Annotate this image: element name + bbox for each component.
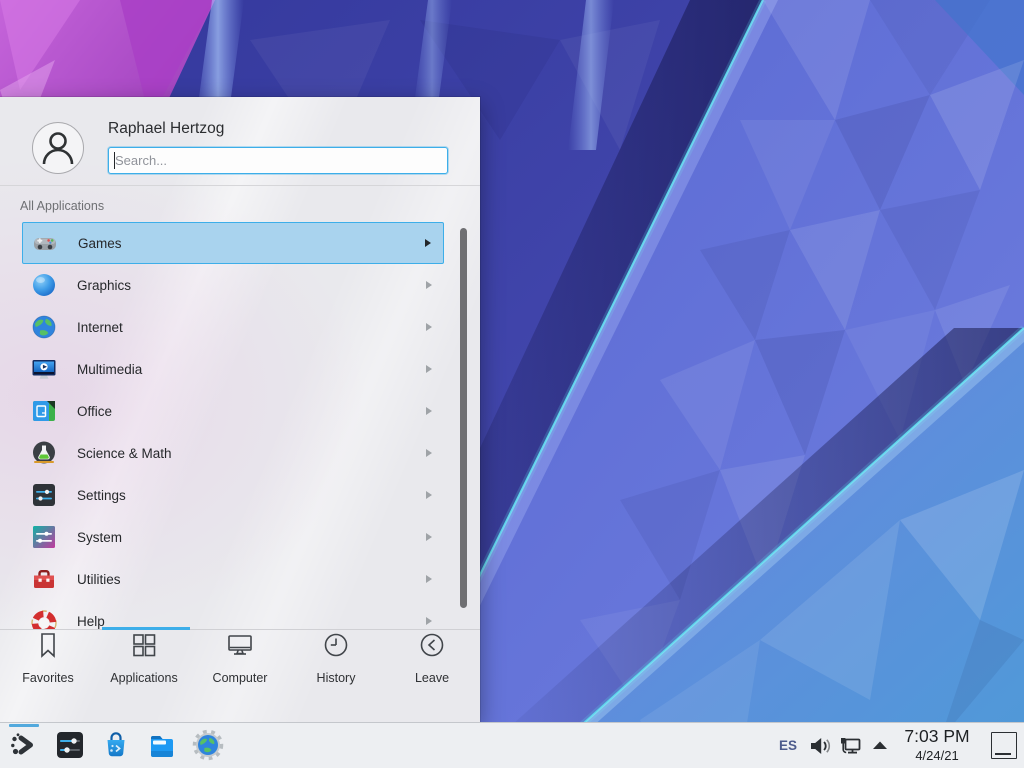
user-icon xyxy=(33,123,83,173)
digital-clock[interactable]: 7:03 PM 4/24/21 xyxy=(893,725,981,767)
clock-date: 4/24/21 xyxy=(893,747,981,764)
desktop: Raphael Hertzog All Applications xyxy=(0,0,1024,768)
submenu-arrow-icon xyxy=(426,365,432,373)
category-label: Graphics xyxy=(77,278,131,293)
flask-icon xyxy=(31,440,57,466)
category-multimedia[interactable]: Multimedia xyxy=(22,348,444,390)
submenu-arrow-icon xyxy=(426,323,432,331)
document-icon xyxy=(31,398,57,424)
submenu-arrow-icon xyxy=(426,575,432,583)
bookmark-icon xyxy=(33,647,63,664)
network-button[interactable] xyxy=(838,734,862,758)
category-list: Games Graphics xyxy=(0,197,480,630)
tab-label: Applications xyxy=(96,671,192,685)
caret-up-icon xyxy=(868,734,892,758)
keyboard-layout-indicator[interactable]: ES xyxy=(779,723,797,768)
tab-leave[interactable]: Leave xyxy=(384,630,480,722)
category-settings[interactable]: Settings xyxy=(22,474,444,516)
category-label: System xyxy=(77,530,122,545)
search-input[interactable] xyxy=(108,147,448,174)
category-label: Utilities xyxy=(77,572,121,587)
system-sliders-icon xyxy=(31,524,57,550)
text-caret xyxy=(114,152,115,169)
submenu-arrow-icon xyxy=(426,533,432,541)
folder-icon xyxy=(146,729,178,761)
discover-button[interactable] xyxy=(100,729,132,761)
wired-network-icon xyxy=(838,734,862,758)
file-manager-button[interactable] xyxy=(146,729,178,761)
submenu-arrow-icon xyxy=(425,239,431,247)
user-name: Raphael Hertzog xyxy=(108,120,224,138)
leave-icon xyxy=(417,647,447,664)
category-label: Games xyxy=(78,236,122,251)
submenu-arrow-icon xyxy=(426,281,432,289)
application-launcher-menu: Raphael Hertzog All Applications xyxy=(0,97,480,722)
user-avatar[interactable] xyxy=(32,122,84,174)
toolbox-icon xyxy=(31,566,57,592)
category-label: Internet xyxy=(77,320,123,335)
tab-label: History xyxy=(288,671,384,685)
computer-icon xyxy=(225,647,255,664)
web-browser-button[interactable] xyxy=(192,729,224,761)
monitor-play-icon xyxy=(31,356,57,382)
category-graphics[interactable]: Graphics xyxy=(22,264,444,306)
search-field-wrap xyxy=(108,147,448,174)
tab-label: Computer xyxy=(192,671,288,685)
tab-computer[interactable]: Computer xyxy=(192,630,288,722)
discover-bag-icon xyxy=(100,729,132,761)
category-office[interactable]: Office xyxy=(22,390,444,432)
launcher-header: Raphael Hertzog xyxy=(0,97,480,186)
category-science-math[interactable]: Science & Math xyxy=(22,432,444,474)
category-label: Science & Math xyxy=(77,446,172,461)
kickoff-icon xyxy=(8,729,40,761)
tab-history[interactable]: History xyxy=(288,630,384,722)
submenu-arrow-icon xyxy=(426,407,432,415)
expand-tray-button[interactable] xyxy=(868,734,892,758)
tab-applications[interactable]: Applications xyxy=(96,630,192,722)
submenu-arrow-icon xyxy=(426,617,432,625)
category-internet[interactable]: Internet xyxy=(22,306,444,348)
launcher-tabbar: Favorites Applications xyxy=(0,630,480,722)
category-help[interactable]: Help xyxy=(22,600,444,630)
sphere-icon xyxy=(31,272,57,298)
volume-button[interactable] xyxy=(808,734,832,758)
active-task-indicator xyxy=(9,724,39,727)
category-games[interactable]: Games xyxy=(22,222,444,264)
lifebuoy-icon xyxy=(31,608,57,630)
category-label: Office xyxy=(77,404,112,419)
tab-favorites[interactable]: Favorites xyxy=(0,630,96,722)
submenu-arrow-icon xyxy=(426,491,432,499)
history-clock-icon xyxy=(321,647,351,664)
globe-icon xyxy=(31,314,57,340)
category-system[interactable]: System xyxy=(22,516,444,558)
category-utilities[interactable]: Utilities xyxy=(22,558,444,600)
category-label: Settings xyxy=(77,488,126,503)
clock-time: 7:03 PM xyxy=(893,725,981,747)
system-settings-icon xyxy=(54,729,86,761)
globe-gear-icon xyxy=(192,729,224,761)
sliders-icon xyxy=(31,482,57,508)
gamepad-icon xyxy=(32,230,58,256)
app-grid-icon xyxy=(129,647,159,664)
submenu-arrow-icon xyxy=(426,449,432,457)
system-settings-button[interactable] xyxy=(54,729,86,761)
tab-label: Leave xyxy=(384,671,480,685)
show-desktop-button[interactable] xyxy=(991,732,1017,759)
category-label: Help xyxy=(77,614,105,629)
volume-icon xyxy=(808,734,832,758)
application-launcher-button[interactable] xyxy=(8,729,40,761)
scrollbar-thumb[interactable] xyxy=(460,228,467,608)
taskbar-panel: ES 7:03 PM 4/24/21 xyxy=(0,722,1024,768)
category-label: Multimedia xyxy=(77,362,142,377)
tab-label: Favorites xyxy=(0,671,96,685)
